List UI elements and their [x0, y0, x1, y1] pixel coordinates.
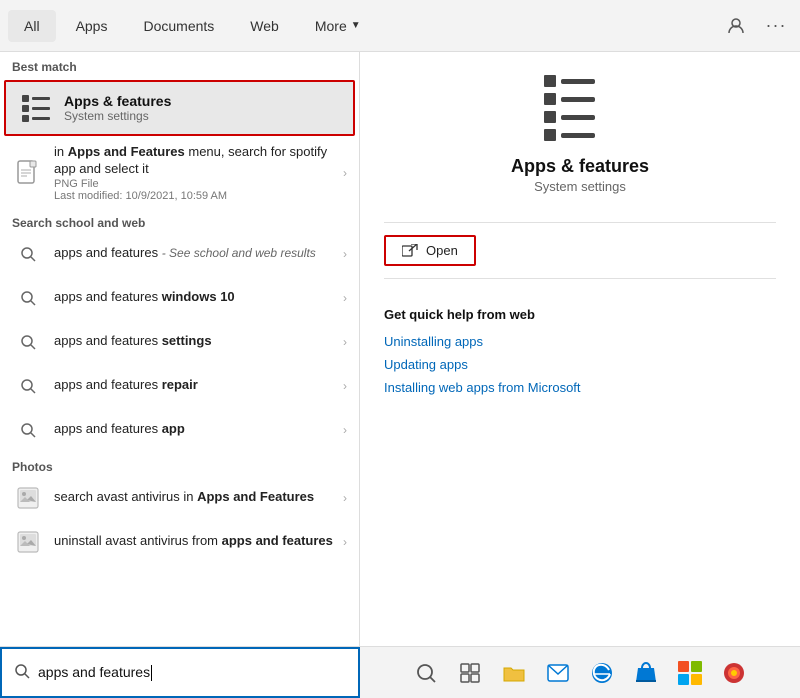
quick-help-link-2[interactable]: Updating apps — [384, 353, 776, 376]
taskbar-edge-icon[interactable] — [586, 657, 618, 689]
photo-result-2[interactable]: uninstall avast antivirus from apps and … — [0, 520, 359, 564]
file-result-type: PNG File — [54, 178, 343, 190]
tab-apps[interactable]: Apps — [60, 10, 124, 42]
web-result-5-title: apps and features app — [54, 421, 343, 438]
web-result-5-content: apps and features app — [54, 421, 343, 438]
person-icon-button[interactable] — [720, 10, 752, 42]
photo-result-2-chevron: › — [343, 535, 347, 549]
search-web-icon-3 — [12, 326, 44, 358]
file-result-content: in Apps and Features menu, search for sp… — [54, 144, 343, 202]
web-result-2-chevron: › — [343, 291, 347, 305]
taskbar-area — [360, 657, 800, 689]
file-result-title: in Apps and Features menu, search for sp… — [54, 144, 343, 178]
web-result-1-title: apps and features - See school and web r… — [54, 245, 343, 262]
taskbar-search-icon[interactable] — [410, 657, 442, 689]
web-result-5-chevron: › — [343, 423, 347, 437]
best-match-item[interactable]: Apps & features System settings — [4, 80, 355, 136]
divider-1 — [384, 222, 776, 223]
web-result-1[interactable]: apps and features - See school and web r… — [0, 232, 359, 276]
taskbar-taskview-icon[interactable] — [454, 657, 486, 689]
best-match-text: Apps & features System settings — [64, 93, 341, 123]
photo-icon-1 — [12, 482, 44, 514]
search-web-icon-5 — [12, 414, 44, 446]
web-result-5[interactable]: apps and features app › — [0, 408, 359, 452]
web-result-2-content: apps and features windows 10 — [54, 289, 343, 306]
photo-result-1-chevron: › — [343, 491, 347, 505]
quick-help-link-3[interactable]: Installing web apps from Microsoft — [384, 376, 776, 399]
web-result-2-title: apps and features windows 10 — [54, 289, 343, 306]
best-match-subtitle: System settings — [64, 109, 341, 123]
left-panel: Best match — [0, 52, 360, 646]
quick-help-title: Get quick help from web — [384, 307, 776, 322]
photo-result-1-content: search avast antivirus in Apps and Featu… — [54, 489, 343, 506]
taskbar-circle-icon[interactable] — [718, 657, 750, 689]
search-web-icon-4 — [12, 370, 44, 402]
web-result-4[interactable]: apps and features repair › — [0, 364, 359, 408]
tabs-bar: All Apps Documents Web More ▼ ··· — [0, 0, 800, 52]
right-app-title: Apps & features — [384, 156, 776, 177]
photo-result-2-title: uninstall avast antivirus from apps and … — [54, 533, 343, 550]
big-apps-features-icon — [544, 72, 616, 144]
photo-result-2-content: uninstall avast antivirus from apps and … — [54, 533, 343, 550]
best-match-label: Best match — [0, 52, 359, 78]
tab-web[interactable]: Web — [234, 10, 295, 42]
text-cursor — [151, 665, 152, 681]
right-app-subtitle: System settings — [384, 179, 776, 194]
right-app-icon-container — [384, 72, 776, 144]
photo-icon-2 — [12, 526, 44, 558]
file-result-modified: Last modified: 10/9/2021, 10:59 AM — [54, 190, 343, 202]
search-bar-icon — [14, 663, 30, 682]
web-result-4-title: apps and features repair — [54, 377, 343, 394]
tab-more[interactable]: More ▼ — [299, 10, 377, 42]
start-menu: All Apps Documents Web More ▼ ··· Best m… — [0, 0, 800, 698]
best-match-title: Apps & features — [64, 93, 341, 109]
taskbar-mail-icon[interactable] — [542, 657, 574, 689]
content-area: Best match — [0, 52, 800, 646]
file-result-chevron: › — [343, 166, 347, 180]
open-icon — [402, 244, 418, 258]
taskbar-explorer-icon[interactable] — [498, 657, 530, 689]
search-web-icon-2 — [12, 282, 44, 314]
web-result-3[interactable]: apps and features settings › — [0, 320, 359, 364]
web-result-2[interactable]: apps and features windows 10 › — [0, 276, 359, 320]
divider-2 — [384, 278, 776, 279]
search-input-area[interactable]: apps and features — [0, 647, 360, 698]
web-result-3-title: apps and features settings — [54, 333, 343, 350]
tabs-right-actions: ··· — [720, 10, 792, 42]
web-result-3-chevron: › — [343, 335, 347, 349]
photo-result-1[interactable]: search avast antivirus in Apps and Featu… — [0, 476, 359, 520]
search-web-icon-1 — [12, 238, 44, 270]
web-result-4-chevron: › — [343, 379, 347, 393]
quick-help-link-1[interactable]: Uninstalling apps — [384, 330, 776, 353]
web-result-4-content: apps and features repair — [54, 377, 343, 394]
search-bar: apps and features — [0, 646, 800, 698]
chevron-down-icon: ▼ — [351, 20, 361, 31]
apps-features-icon — [18, 90, 54, 126]
tab-documents[interactable]: Documents — [127, 10, 230, 42]
tab-all[interactable]: All — [8, 10, 56, 42]
photos-label: Photos — [0, 452, 359, 476]
photo-result-1-title: search avast antivirus in Apps and Featu… — [54, 489, 343, 506]
taskbar-store-icon[interactable] — [630, 657, 662, 689]
person-icon — [727, 17, 745, 35]
search-web-label: Search school and web — [0, 208, 359, 232]
web-result-3-content: apps and features settings — [54, 333, 343, 350]
file-icon — [12, 157, 44, 189]
open-button[interactable]: Open — [384, 235, 476, 266]
ellipsis-icon: ··· — [766, 15, 787, 36]
ellipsis-button[interactable]: ··· — [760, 10, 792, 42]
taskbar-colorful-icon[interactable] — [674, 657, 706, 689]
web-result-1-chevron: › — [343, 247, 347, 261]
file-result-item[interactable]: in Apps and Features menu, search for sp… — [0, 138, 359, 208]
search-input[interactable]: apps and features — [38, 664, 346, 681]
right-panel: Apps & features System settings Open Get… — [360, 52, 800, 646]
web-result-1-content: apps and features - See school and web r… — [54, 245, 343, 262]
